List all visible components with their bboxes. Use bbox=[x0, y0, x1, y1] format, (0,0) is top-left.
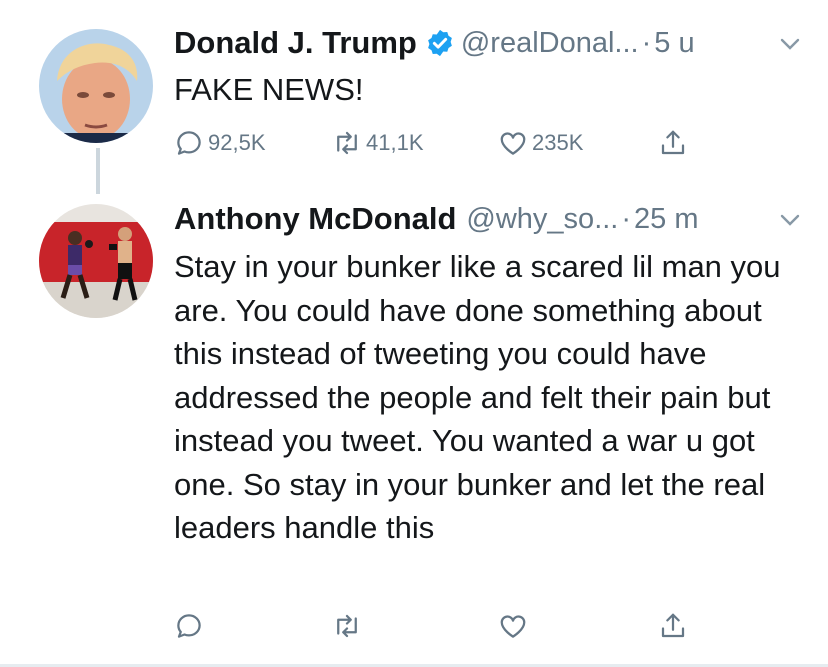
avatar-boxing-image bbox=[39, 204, 153, 318]
retweet-button[interactable]: 41,1K bbox=[332, 123, 424, 163]
tweet-header: Anthony McDonald @why_so... · 25 m bbox=[174, 199, 699, 239]
heart-icon bbox=[500, 132, 526, 155]
like-button[interactable] bbox=[498, 606, 528, 646]
share-button[interactable] bbox=[658, 606, 688, 646]
tweet-timestamp[interactable]: 5 u bbox=[654, 27, 694, 60]
heart-icon bbox=[500, 615, 526, 638]
reply-button[interactable]: 92,5K bbox=[174, 123, 266, 163]
author-name[interactable]: Donald J. Trump bbox=[174, 25, 417, 61]
tweet-text: Stay in your bunker like a scared lil ma… bbox=[174, 249, 781, 545]
like-count: 235K bbox=[532, 130, 584, 155]
tweet-header: Donald J. Trump @realDonal... · 5 u bbox=[174, 23, 695, 63]
retweet-count: 41,1K bbox=[366, 130, 424, 155]
author-name[interactable]: Anthony McDonald bbox=[174, 201, 456, 237]
chevron-down-icon[interactable] bbox=[778, 208, 802, 232]
reply-icon bbox=[177, 614, 201, 638]
avatar-trump-image bbox=[39, 29, 153, 143]
tweet-actions: 92,5K 41,1K 235K bbox=[174, 123, 714, 163]
reply-icon bbox=[177, 131, 201, 155]
reply-button[interactable] bbox=[174, 606, 204, 646]
retweet-button[interactable] bbox=[332, 606, 362, 646]
author-handle[interactable]: @realDonal... bbox=[461, 27, 639, 60]
retweet-icon bbox=[337, 131, 357, 155]
avatar[interactable] bbox=[39, 29, 153, 143]
share-icon bbox=[661, 613, 685, 638]
like-button[interactable]: 235K bbox=[498, 123, 583, 163]
avatar[interactable] bbox=[39, 204, 153, 318]
tweet-actions bbox=[174, 606, 714, 646]
share-button[interactable] bbox=[658, 123, 688, 163]
author-handle[interactable]: @why_so... bbox=[466, 203, 618, 236]
tweet-text: FAKE NEWS! bbox=[174, 72, 364, 107]
thread-connector-line bbox=[96, 148, 100, 194]
share-icon bbox=[661, 130, 685, 155]
retweet-icon bbox=[337, 614, 357, 638]
tweet-timestamp[interactable]: 25 m bbox=[634, 203, 698, 236]
separator-dot: · bbox=[641, 26, 652, 59]
reply-count: 92,5K bbox=[208, 130, 266, 155]
verified-badge-icon bbox=[425, 28, 455, 58]
separator-dot: · bbox=[621, 202, 632, 235]
chevron-down-icon[interactable] bbox=[778, 32, 802, 56]
